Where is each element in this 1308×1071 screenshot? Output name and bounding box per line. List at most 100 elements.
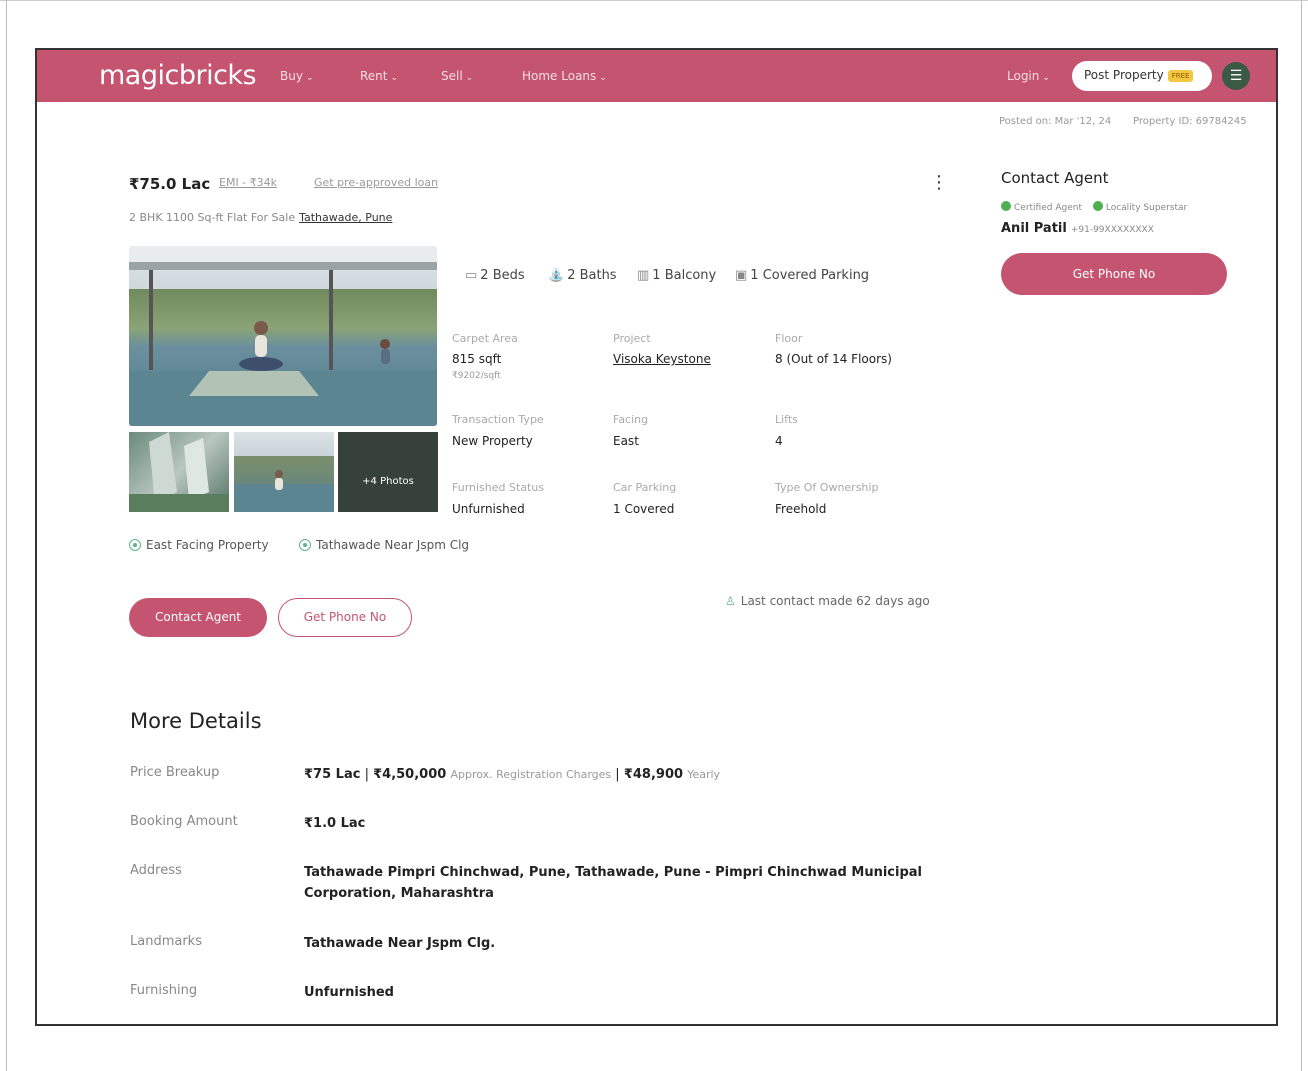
sidebar-get-phone-button[interactable]: Get Phone No [1001,253,1227,295]
chevron-down-icon: ⌄ [305,73,314,83]
chevron-down-icon: ⌄ [1042,73,1050,83]
project-label: Project [613,332,651,345]
nav-rent[interactable]: Rent ⌄ [360,69,398,83]
ownership-value: Freehold [775,502,827,516]
chevron-down-icon: ⌄ [599,73,607,83]
locality-badge-label: Locality Superstar [1105,203,1188,213]
nav-sell[interactable]: Sell ⌄ [441,69,473,83]
amenity-parking-label: 1 Covered Parking [750,268,870,283]
registration-label: Approx. Registration Charges [450,768,612,781]
get-phone-button[interactable]: Get Phone No [278,598,412,637]
user-icon: ♙ [725,594,736,608]
more-options-icon[interactable]: ⋮ [930,172,948,193]
nav-buy-label: Buy [280,69,303,83]
project-link[interactable]: Visoka Keystone [613,352,711,366]
listing-price: ₹75.0 Lac [129,175,211,193]
maintenance-label: Yearly [687,768,721,781]
carpet-area-label: Carpet Area [452,332,518,345]
agent-info: Anil Patil +91-99XXXXXXXX [1001,221,1154,236]
chevron-down-icon: ⌄ [465,73,474,83]
post-property-label: Post Property [1084,68,1164,82]
maintenance-amount: ₹48,900 [623,767,684,782]
top-navbar: magicbricks Buy ⌄ Rent ⌄ Sell ⌄ Home Loans ⌄… [37,50,1276,102]
nav-home-loans-label: Home Loans [522,69,597,83]
booking-amount-value: ₹1.0 Lac [304,816,366,831]
landmarks-value: Tathawade Near Jspm Clg. [304,936,496,951]
check-circle-icon [129,539,141,551]
tag-east-facing-label: East Facing Property [146,538,269,552]
login-menu[interactable]: Login ⌄ [1007,69,1050,83]
bed-icon: ▭ [465,268,478,283]
contact-agent-button[interactable]: Contact Agent [129,598,267,637]
preapproved-loan-link[interactable]: Get pre-approved loan [314,176,438,189]
location-link[interactable]: Tathawade, Pune [299,211,392,224]
property-id: Property ID: 69784245 [1133,116,1247,127]
nav-sell-label: Sell [441,69,463,83]
furnished-status-value: Unfurnished [452,502,525,516]
hamburger-menu-button[interactable]: ☰ [1222,62,1250,90]
amenity-beds-label: 2 Beds [480,268,525,283]
facing-value: East [613,434,639,448]
parking-icon: ▣ [735,268,748,283]
main-photo[interactable] [129,246,437,426]
login-label: Login [1007,69,1040,83]
chevron-down-icon: ⌄ [390,73,399,83]
tag-east-facing: East Facing Property [129,538,269,552]
furnishing-value: Unfurnished [304,985,394,1000]
nav-home-loans[interactable]: Home Loans ⌄ [522,69,607,83]
bath-icon: ⛲ [548,268,565,283]
thumbnail-yoga[interactable] [234,432,334,512]
floor-value: 8 (Out of 14 Floors) [775,352,892,366]
magicbricks-logo[interactable]: magicbricks [99,60,257,91]
address-label: Address [130,863,182,878]
amenity-baths: ⛲ 2 Baths [548,268,617,283]
yoga-terrace-illustration [129,246,437,426]
carpet-area-value: 815 sqft [452,352,502,366]
booking-amount-label: Booking Amount [130,814,238,829]
nav-buy[interactable]: Buy ⌄ [280,69,314,83]
separator: | [364,767,369,782]
contact-agent-title: Contact Agent [1001,169,1109,187]
agent-badges: Certified Agent Locality Superstar [1001,201,1187,213]
tag-landmark-label: Tathawade Near Jspm Clg [316,538,470,552]
certified-badge-icon [1001,201,1011,211]
address-value: Tathawade Pimpri Chinchwad, Pune, Tathaw… [304,865,922,901]
thumbnail-building[interactable] [129,432,229,512]
more-photos-overlay: +4 Photos [338,432,438,512]
amenity-parking: ▣ 1 Covered Parking [735,268,869,283]
price-per-sqft: ₹9202/sqft [452,371,501,381]
thumbnail-more-photos[interactable]: +4 Photos [338,432,438,512]
last-contact-text: Last contact made 62 days ago [740,594,930,608]
locality-badge-icon [1092,201,1103,211]
amenity-baths-label: 2 Baths [567,268,617,283]
agent-name: Anil Patil [1001,221,1067,236]
emi-link[interactable]: EMI - ₹34k [219,176,277,189]
last-contact-info: ♙ Last contact made 62 days ago [725,594,930,608]
lifts-value: 4 [775,434,783,448]
car-parking-value: 1 Covered [613,502,675,516]
page-edge-right [1301,0,1302,1071]
balcony-icon: ▥ [637,268,650,283]
price-breakup-price: ₹75 Lac [304,767,361,782]
certified-badge-label: Certified Agent [1014,203,1082,213]
free-badge: FREE [1167,69,1194,82]
post-property-button[interactable]: Post Property FREE [1072,61,1212,91]
yoga-thumbnail-illustration [234,470,334,512]
transaction-type-label: Transaction Type [452,413,544,426]
amenity-balcony: ▥ 1 Balcony [637,268,716,283]
page-edge-left [6,0,7,1071]
more-details-title: More Details [130,709,262,733]
agent-phone-masked: +91-99XXXXXXXX [1070,225,1154,235]
hamburger-icon: ☰ [1229,68,1243,84]
landmarks-label: Landmarks [130,934,202,949]
transaction-type-value: New Property [452,434,533,448]
tag-landmark: Tathawade Near Jspm Clg [299,538,469,552]
page-edge-top [0,0,1308,1]
ownership-label: Type Of Ownership [775,481,879,494]
nav-rent-label: Rent [360,69,388,83]
price-breakup-value: ₹75 Lac | ₹4,50,000 Approx. Registration… [304,764,954,785]
posted-date: Posted on: Mar '12, 24 [999,116,1112,127]
lifts-label: Lifts [775,413,798,426]
car-parking-label: Car Parking [613,481,677,494]
price-breakup-label: Price Breakup [130,765,220,780]
